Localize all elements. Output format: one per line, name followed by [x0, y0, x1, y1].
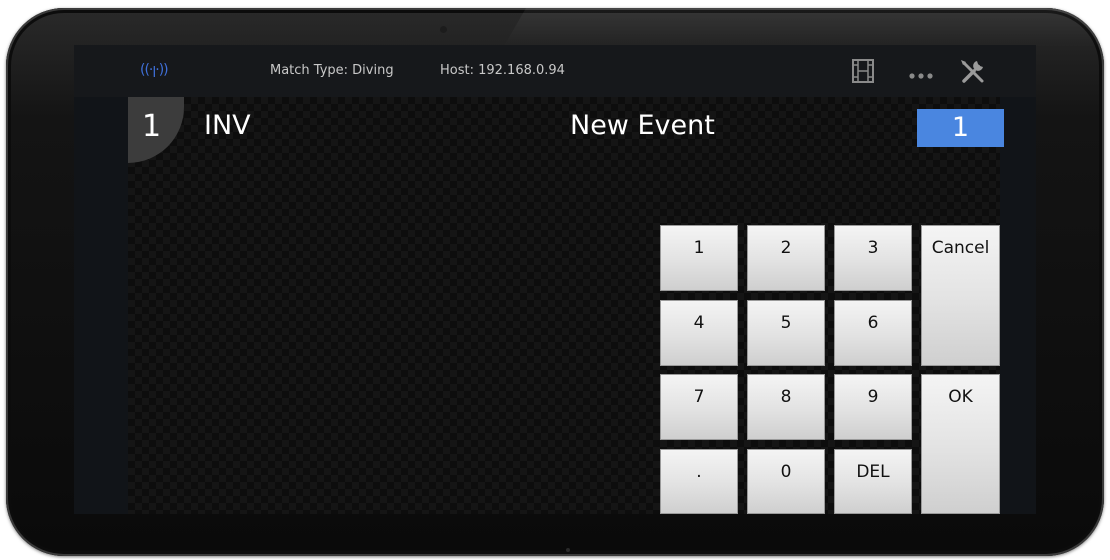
status-bar: ((·ꞁ·)) Match Type: Diving Host: 192.168… [74, 45, 1036, 97]
app-screen: ((·ꞁ·)) Match Type: Diving Host: 192.168… [74, 45, 1036, 514]
tablet-frame: ((·ꞁ·)) Match Type: Diving Host: 192.168… [6, 8, 1104, 556]
match-type-label: Match Type: Diving [270, 63, 394, 78]
key-8[interactable]: 8 [747, 374, 825, 440]
tools-icon[interactable] [958, 57, 988, 85]
key-3[interactable]: 3 [834, 225, 912, 291]
key-4[interactable]: 4 [660, 300, 738, 366]
host-label: Host: 192.168.0.94 [440, 63, 565, 78]
ok-button[interactable]: OK [921, 374, 1000, 514]
lane-number: 1 [142, 109, 162, 144]
bottom-sensor [566, 548, 570, 552]
event-title: New Event [570, 110, 715, 141]
key-1[interactable]: 1 [660, 225, 738, 291]
delete-button[interactable]: DEL [834, 449, 912, 514]
key-6[interactable]: 6 [834, 300, 912, 366]
key-7[interactable]: 7 [660, 374, 738, 440]
key-0[interactable]: 0 [747, 449, 825, 514]
film-icon[interactable] [850, 58, 876, 84]
front-camera [440, 26, 447, 33]
wifi-signal-icon: ((·ꞁ·)) [140, 62, 169, 78]
athlete-abbreviation: INV [204, 110, 251, 141]
more-options-icon[interactable] [906, 59, 936, 85]
screen-glare [502, 8, 1104, 48]
key-decimal[interactable]: . [660, 449, 738, 514]
cancel-button[interactable]: Cancel [921, 225, 1000, 366]
key-5[interactable]: 5 [747, 300, 825, 366]
key-9[interactable]: 9 [834, 374, 912, 440]
left-margin [74, 97, 128, 514]
key-2[interactable]: 2 [747, 225, 825, 291]
value-display: 1 [917, 109, 1004, 147]
right-margin [1000, 97, 1036, 514]
